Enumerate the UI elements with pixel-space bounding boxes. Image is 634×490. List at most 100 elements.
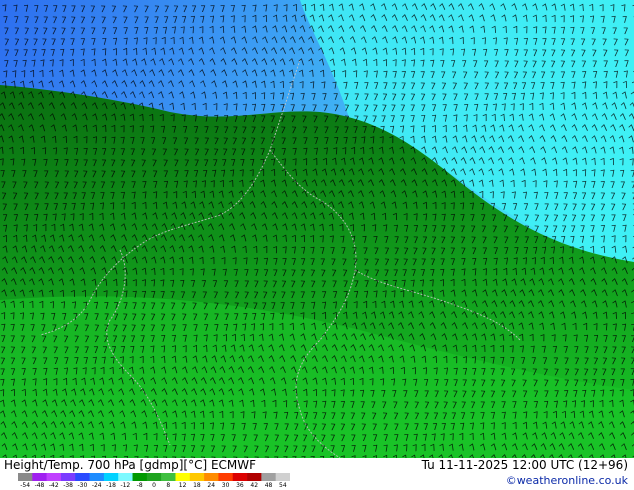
field-glyph: 7 — [522, 390, 528, 400]
field-glyph: 7 — [281, 148, 287, 158]
field-glyph: 7 — [162, 159, 168, 169]
field-glyph: 7 — [381, 389, 387, 399]
field-glyph: 7 — [33, 170, 39, 180]
field-glyph: 7 — [381, 104, 387, 114]
field-glyph: 7 — [290, 269, 296, 279]
field-glyph: 7 — [394, 434, 400, 444]
field-glyph: 7 — [72, 181, 78, 191]
field-glyph: 7 — [90, 27, 96, 37]
field-glyph: 7 — [552, 225, 558, 235]
field-glyph: 7 — [104, 301, 111, 312]
field-glyph: 7 — [543, 214, 549, 224]
field-glyph: 7 — [382, 412, 388, 422]
field-glyph: 7 — [94, 324, 100, 334]
field-glyph: 7 — [260, 148, 266, 158]
field-glyph: 7 — [361, 434, 367, 444]
field-glyph: 7 — [474, 93, 479, 103]
field-glyph: 7 — [450, 258, 456, 268]
field-glyph: 7 — [422, 236, 428, 246]
field-glyph: 7 — [434, 379, 440, 389]
field-glyph: 7 — [172, 137, 177, 147]
field-glyph: 7 — [330, 258, 336, 268]
field-glyph: 7 — [293, 434, 299, 444]
field-glyph: 7 — [302, 126, 308, 136]
field-glyph: 7 — [624, 60, 630, 70]
field-glyph: 7 — [544, 191, 551, 202]
field-glyph: 7 — [32, 38, 38, 48]
color-scale-tick-label: 0 — [152, 482, 156, 490]
field-glyph: 7 — [303, 137, 309, 147]
color-scale-tick-label: 12 — [179, 482, 187, 490]
field-glyph: 7 — [240, 158, 246, 168]
field-glyph: 7 — [623, 27, 629, 37]
field-glyph: 7 — [334, 126, 340, 136]
field-glyph: 7 — [111, 16, 117, 26]
field-glyph: 7 — [100, 16, 106, 26]
field-glyph: 7 — [150, 313, 156, 323]
field-glyph: 7 — [592, 379, 598, 389]
field-glyph: 7 — [301, 115, 307, 125]
field-glyph: 7 — [340, 412, 346, 422]
field-glyph: 7 — [2, 214, 8, 224]
field-glyph: 7 — [421, 247, 427, 257]
field-glyph: 7 — [104, 313, 110, 323]
field-glyph: 7 — [252, 423, 258, 433]
field-glyph: 7 — [11, 181, 17, 191]
field-glyph: 7 — [601, 357, 607, 367]
field-glyph: 7 — [91, 38, 97, 48]
field-glyph: 7 — [280, 302, 286, 312]
field-glyph: 7 — [240, 148, 246, 158]
field-glyph: 7 — [512, 82, 518, 92]
field-glyph: 7 — [182, 125, 188, 135]
field-glyph: 7 — [451, 71, 457, 81]
field-glyph: 7 — [544, 390, 549, 400]
field-glyph: 7 — [491, 214, 496, 224]
field-glyph: 7 — [553, 379, 559, 389]
field-glyph: 7 — [150, 137, 156, 147]
field-glyph: 7 — [51, 38, 57, 48]
field-glyph: 7 — [181, 313, 187, 323]
field-glyph: 7 — [392, 82, 397, 92]
field-glyph: 7 — [60, 27, 66, 37]
field-glyph: 7 — [112, 335, 118, 345]
field-glyph: 7 — [32, 49, 38, 59]
field-glyph: 7 — [330, 423, 336, 433]
field-glyph: 7 — [480, 390, 486, 400]
field-glyph: 7 — [530, 82, 536, 92]
field-glyph: 7 — [81, 181, 87, 191]
field-glyph: 7 — [271, 302, 277, 312]
color-scale-swatch — [32, 473, 47, 481]
field-glyph: 7 — [64, 159, 70, 169]
field-glyph: 7 — [521, 368, 527, 378]
field-glyph: 7 — [570, 38, 576, 48]
field-glyph: 7 — [480, 214, 486, 224]
field-glyph: 7 — [292, 137, 298, 147]
field-glyph: 7 — [442, 104, 448, 114]
field-glyph: 7 — [410, 71, 416, 81]
field-glyph: 7 — [592, 368, 598, 378]
field-glyph: 7 — [140, 159, 146, 169]
site-credit[interactable]: ©weatheronline.co.uk — [506, 474, 628, 487]
color-scale-swatch — [189, 473, 205, 481]
map-footer: Height/Temp. 700 hPa [gdmp][°C] ECMWF Tu… — [0, 458, 634, 490]
field-glyph: 7 — [214, 126, 219, 136]
field-glyph: 7 — [63, 335, 69, 345]
field-glyph: 7 — [513, 214, 519, 224]
field-glyph: 7 — [500, 368, 505, 378]
field-glyph: 7 — [323, 104, 329, 114]
field-glyph: 7 — [62, 5, 68, 15]
field-glyph: 7 — [441, 225, 447, 235]
field-glyph: 7 — [311, 291, 316, 301]
field-glyph: 7 — [120, 345, 126, 355]
field-glyph: 7 — [600, 192, 606, 202]
field-glyph: 7 — [353, 115, 359, 125]
field-glyph: 7 — [132, 5, 138, 15]
color-scale-bar — [18, 473, 290, 481]
field-glyph: 7 — [322, 412, 328, 422]
color-scale-tick-label: 54 — [279, 482, 287, 490]
field-glyph: 7 — [461, 258, 467, 268]
field-glyph: 7 — [470, 401, 476, 411]
field-glyph: 7 — [280, 291, 286, 301]
field-glyph: 7 — [13, 38, 19, 48]
field-glyph: 7 — [542, 368, 548, 378]
